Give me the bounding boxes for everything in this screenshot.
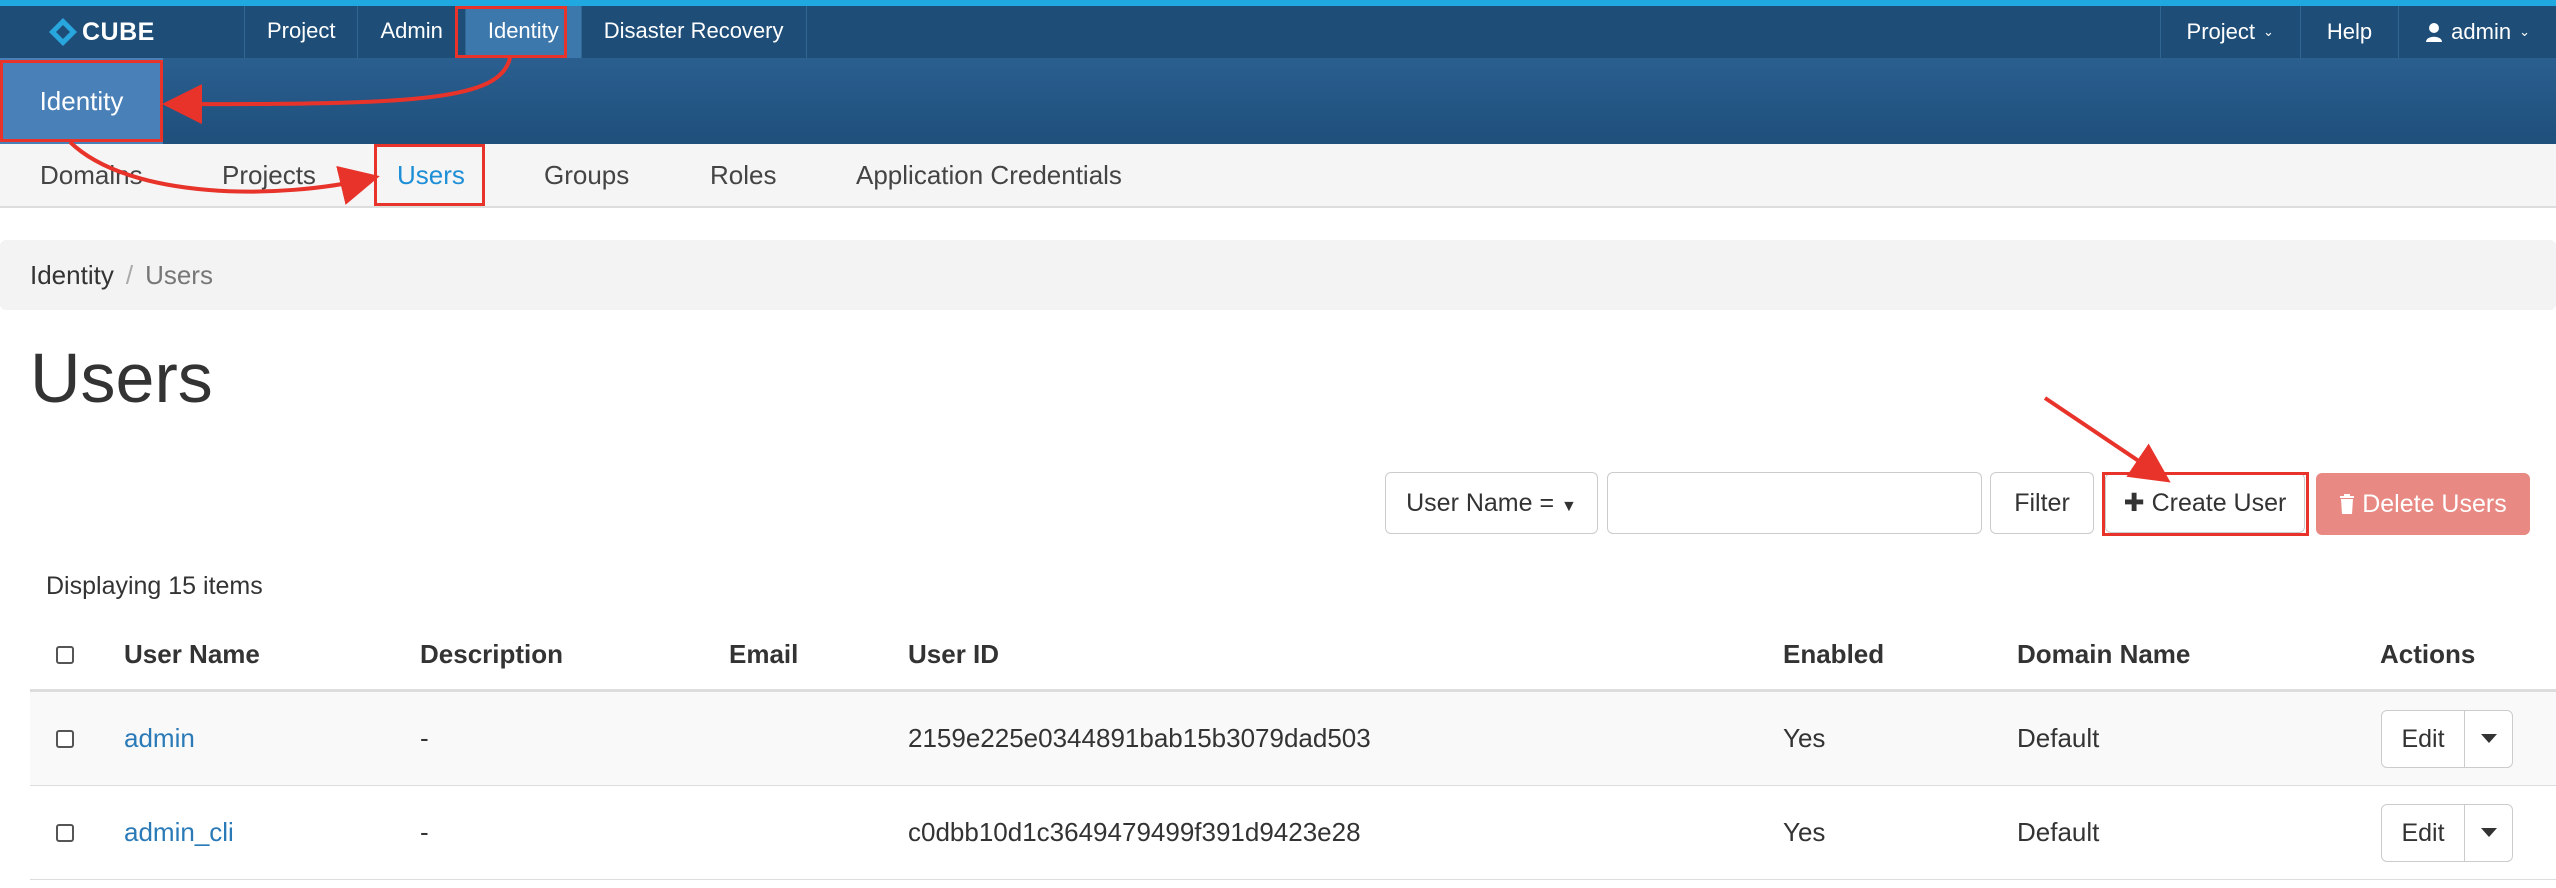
tab-roles[interactable]: Roles (710, 144, 776, 206)
column-header[interactable]: User ID (908, 620, 999, 689)
column-header[interactable]: User Name (124, 620, 260, 689)
user-description: - (420, 817, 429, 847)
tab-groups[interactable]: Groups (544, 144, 629, 206)
filter-field-select[interactable]: User Name = ▼ (1385, 472, 1598, 534)
filter-field-label: User Name = (1406, 489, 1555, 517)
row-actions: Edit (2381, 709, 2513, 768)
column-header[interactable]: Description (420, 620, 563, 689)
filter-input[interactable] (1607, 472, 1982, 534)
table-row: admin - 2159e225e0344891bab15b3079dad503… (30, 692, 2556, 786)
page-title: Users (30, 339, 213, 417)
highlight-box-nav-identity (455, 6, 567, 58)
column-header[interactable]: Domain Name (2017, 620, 2190, 689)
delete-users-label: Delete Users (2362, 490, 2507, 518)
column-header[interactable]: Email (729, 620, 798, 689)
column-header: Actions (2380, 639, 2476, 669)
top-navbar: CUBE Project Admin Identity Disaster Rec… (0, 0, 2556, 58)
chevron-down-icon: ⌄ (2519, 24, 2530, 39)
delete-users-button[interactable]: Delete Users (2316, 473, 2530, 535)
user-menu-label: admin (2451, 19, 2512, 44)
nav-disaster-recovery[interactable]: Disaster Recovery (582, 6, 807, 58)
project-dropdown-label: Project (2186, 19, 2256, 44)
help-link[interactable]: Help (2299, 6, 2398, 58)
table-header-row: User Name Description Email User ID Enab… (30, 620, 2556, 692)
user-enabled: Yes (1783, 723, 1826, 753)
breadcrumb-identity[interactable]: Identity (30, 260, 114, 291)
user-name-link[interactable]: admin (124, 692, 195, 785)
highlight-box-create-user (2102, 472, 2309, 536)
user-id: 2159e225e0344891bab15b3079dad503 (908, 723, 1371, 753)
user-id: c0dbb10d1c3649479499f391d9423e28 (908, 817, 1361, 847)
user-enabled: Yes (1783, 817, 1826, 847)
trash-icon (2340, 494, 2355, 514)
top-right-menu: Project ⌄ Help admin ⌄ (2159, 6, 2556, 58)
breadcrumb-users: Users (145, 259, 213, 290)
project-dropdown[interactable]: Project ⌄ (2159, 6, 2300, 58)
user-name-link[interactable]: admin_cli (124, 786, 234, 879)
highlight-box-tab-users (374, 144, 485, 206)
sub-header: Identity (0, 58, 2556, 144)
nav-admin[interactable]: Admin (358, 6, 466, 58)
user-menu[interactable]: admin ⌄ (2398, 6, 2556, 58)
row-actions-dropdown[interactable] (2465, 709, 2513, 768)
breadcrumb: Identity / Users (0, 240, 2556, 310)
arrow-to-create-user (2043, 396, 2171, 483)
column-header[interactable]: Enabled (1783, 620, 1884, 689)
breadcrumb-separator: / (125, 259, 134, 290)
row-checkbox[interactable] (56, 729, 74, 748)
brand-logo[interactable]: CUBE (46, 14, 155, 50)
brand-name: CUBE (82, 17, 155, 46)
caret-down-icon (2480, 828, 2497, 837)
row-actions-dropdown[interactable] (2465, 803, 2513, 862)
user-domain: Default (2017, 817, 2100, 847)
row-actions: Edit (2381, 803, 2513, 862)
user-domain: Default (2017, 723, 2100, 753)
items-count: Displaying 15 items (46, 572, 263, 600)
edit-button[interactable]: Edit (2381, 803, 2465, 862)
tab-application-credentials[interactable]: Application Credentials (856, 144, 1122, 206)
tab-domains[interactable]: Domains (40, 144, 143, 206)
cube-logo-icon (49, 18, 77, 46)
users-table: User Name Description Email User ID Enab… (30, 620, 2556, 880)
caret-down-icon: ▼ (1561, 498, 1577, 515)
table-row: admin_cli - c0dbb10d1c3649479499f391d942… (30, 786, 2556, 880)
filter-button[interactable]: Filter (1990, 472, 2094, 534)
chevron-down-icon: ⌄ (2263, 24, 2274, 39)
user-description: - (420, 723, 429, 753)
user-icon (2426, 23, 2443, 42)
edit-button[interactable]: Edit (2381, 709, 2465, 768)
tab-projects[interactable]: Projects (222, 144, 316, 206)
nav-project[interactable]: Project (245, 6, 359, 58)
select-all-checkbox[interactable] (56, 645, 74, 664)
caret-down-icon (2480, 734, 2497, 743)
highlight-box-subnav-identity (0, 60, 163, 142)
row-checkbox[interactable] (56, 823, 74, 842)
